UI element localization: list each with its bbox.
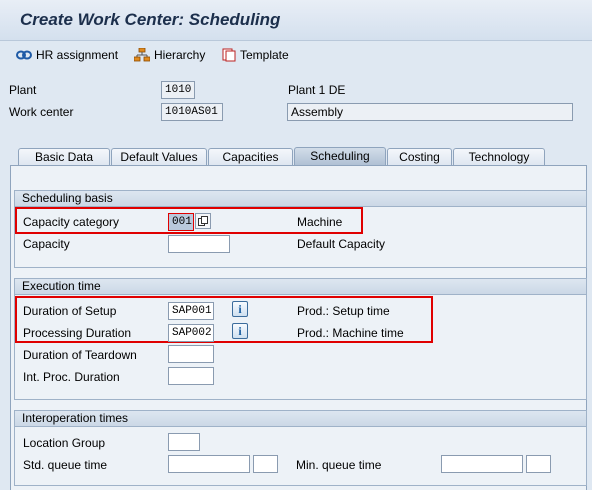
min-queue-time-unit-field[interactable] bbox=[526, 455, 551, 473]
tab-default-values[interactable]: Default Values bbox=[111, 148, 207, 166]
capacity-label: Capacity bbox=[23, 237, 70, 251]
hierarchy-button[interactable]: Hierarchy bbox=[134, 46, 205, 64]
hierarchy-icon bbox=[134, 48, 150, 62]
location-group-field[interactable] bbox=[168, 433, 200, 451]
tab-costing[interactable]: Costing bbox=[387, 148, 452, 166]
work-center-label: Work center bbox=[9, 105, 74, 119]
setup-duration-description: Prod.: Setup time bbox=[297, 304, 390, 318]
hr-assignment-label: HR assignment bbox=[36, 48, 119, 62]
capacity-description: Default Capacity bbox=[297, 237, 386, 251]
template-icon bbox=[222, 48, 236, 62]
plant-field: 1010 bbox=[161, 81, 195, 99]
setup-duration-label: Duration of Setup bbox=[23, 304, 117, 318]
min-queue-time-label: Min. queue time bbox=[296, 458, 382, 472]
work-center-description: Assembly bbox=[287, 103, 573, 121]
interoperation-times-heading: Interoperation times bbox=[15, 411, 586, 427]
tab-technology[interactable]: Technology bbox=[453, 148, 545, 166]
processing-duration-description: Prod.: Machine time bbox=[297, 326, 404, 340]
window-title: Create Work Center: Scheduling bbox=[20, 10, 281, 29]
min-queue-time-field[interactable] bbox=[441, 455, 523, 473]
template-label: Template bbox=[240, 48, 289, 62]
info-icon[interactable]: i bbox=[232, 323, 248, 339]
capacity-field[interactable] bbox=[168, 235, 230, 253]
hr-assignment-button[interactable]: HR assignment bbox=[16, 46, 118, 64]
std-queue-time-field[interactable] bbox=[168, 455, 250, 473]
plant-label: Plant bbox=[9, 83, 37, 97]
int-proc-duration-label: Int. Proc. Duration bbox=[23, 370, 120, 384]
capacity-category-description: Machine bbox=[297, 215, 343, 229]
teardown-duration-label: Duration of Teardown bbox=[23, 348, 137, 362]
execution-time-heading: Execution time bbox=[15, 279, 586, 295]
tab-basic-data[interactable]: Basic Data bbox=[18, 148, 110, 166]
teardown-duration-field[interactable] bbox=[168, 345, 214, 363]
scheduling-basis-heading: Scheduling basis bbox=[15, 191, 586, 207]
capacity-category-field[interactable]: 001 bbox=[168, 213, 194, 231]
plant-description: Plant 1 DE bbox=[288, 83, 346, 97]
hr-assignment-icon bbox=[16, 49, 32, 61]
work-center-field: 1010AS01 bbox=[161, 103, 223, 121]
info-icon[interactable]: i bbox=[232, 301, 248, 317]
hierarchy-label: Hierarchy bbox=[154, 48, 206, 62]
processing-duration-field[interactable]: SAP002 bbox=[168, 324, 214, 342]
tab-scheduling[interactable]: Scheduling bbox=[294, 147, 386, 166]
setup-duration-field[interactable]: SAP001 bbox=[168, 302, 214, 320]
std-queue-time-unit-field[interactable] bbox=[253, 455, 278, 473]
copy-icon[interactable] bbox=[195, 213, 211, 229]
std-queue-time-label: Std. queue time bbox=[23, 458, 108, 472]
capacity-category-label: Capacity category bbox=[23, 215, 120, 229]
location-group-label: Location Group bbox=[23, 436, 106, 450]
template-button[interactable]: Template bbox=[222, 46, 289, 64]
processing-duration-label: Processing Duration bbox=[23, 326, 132, 340]
tab-capacities[interactable]: Capacities bbox=[208, 148, 293, 166]
int-proc-duration-field[interactable] bbox=[168, 367, 214, 385]
